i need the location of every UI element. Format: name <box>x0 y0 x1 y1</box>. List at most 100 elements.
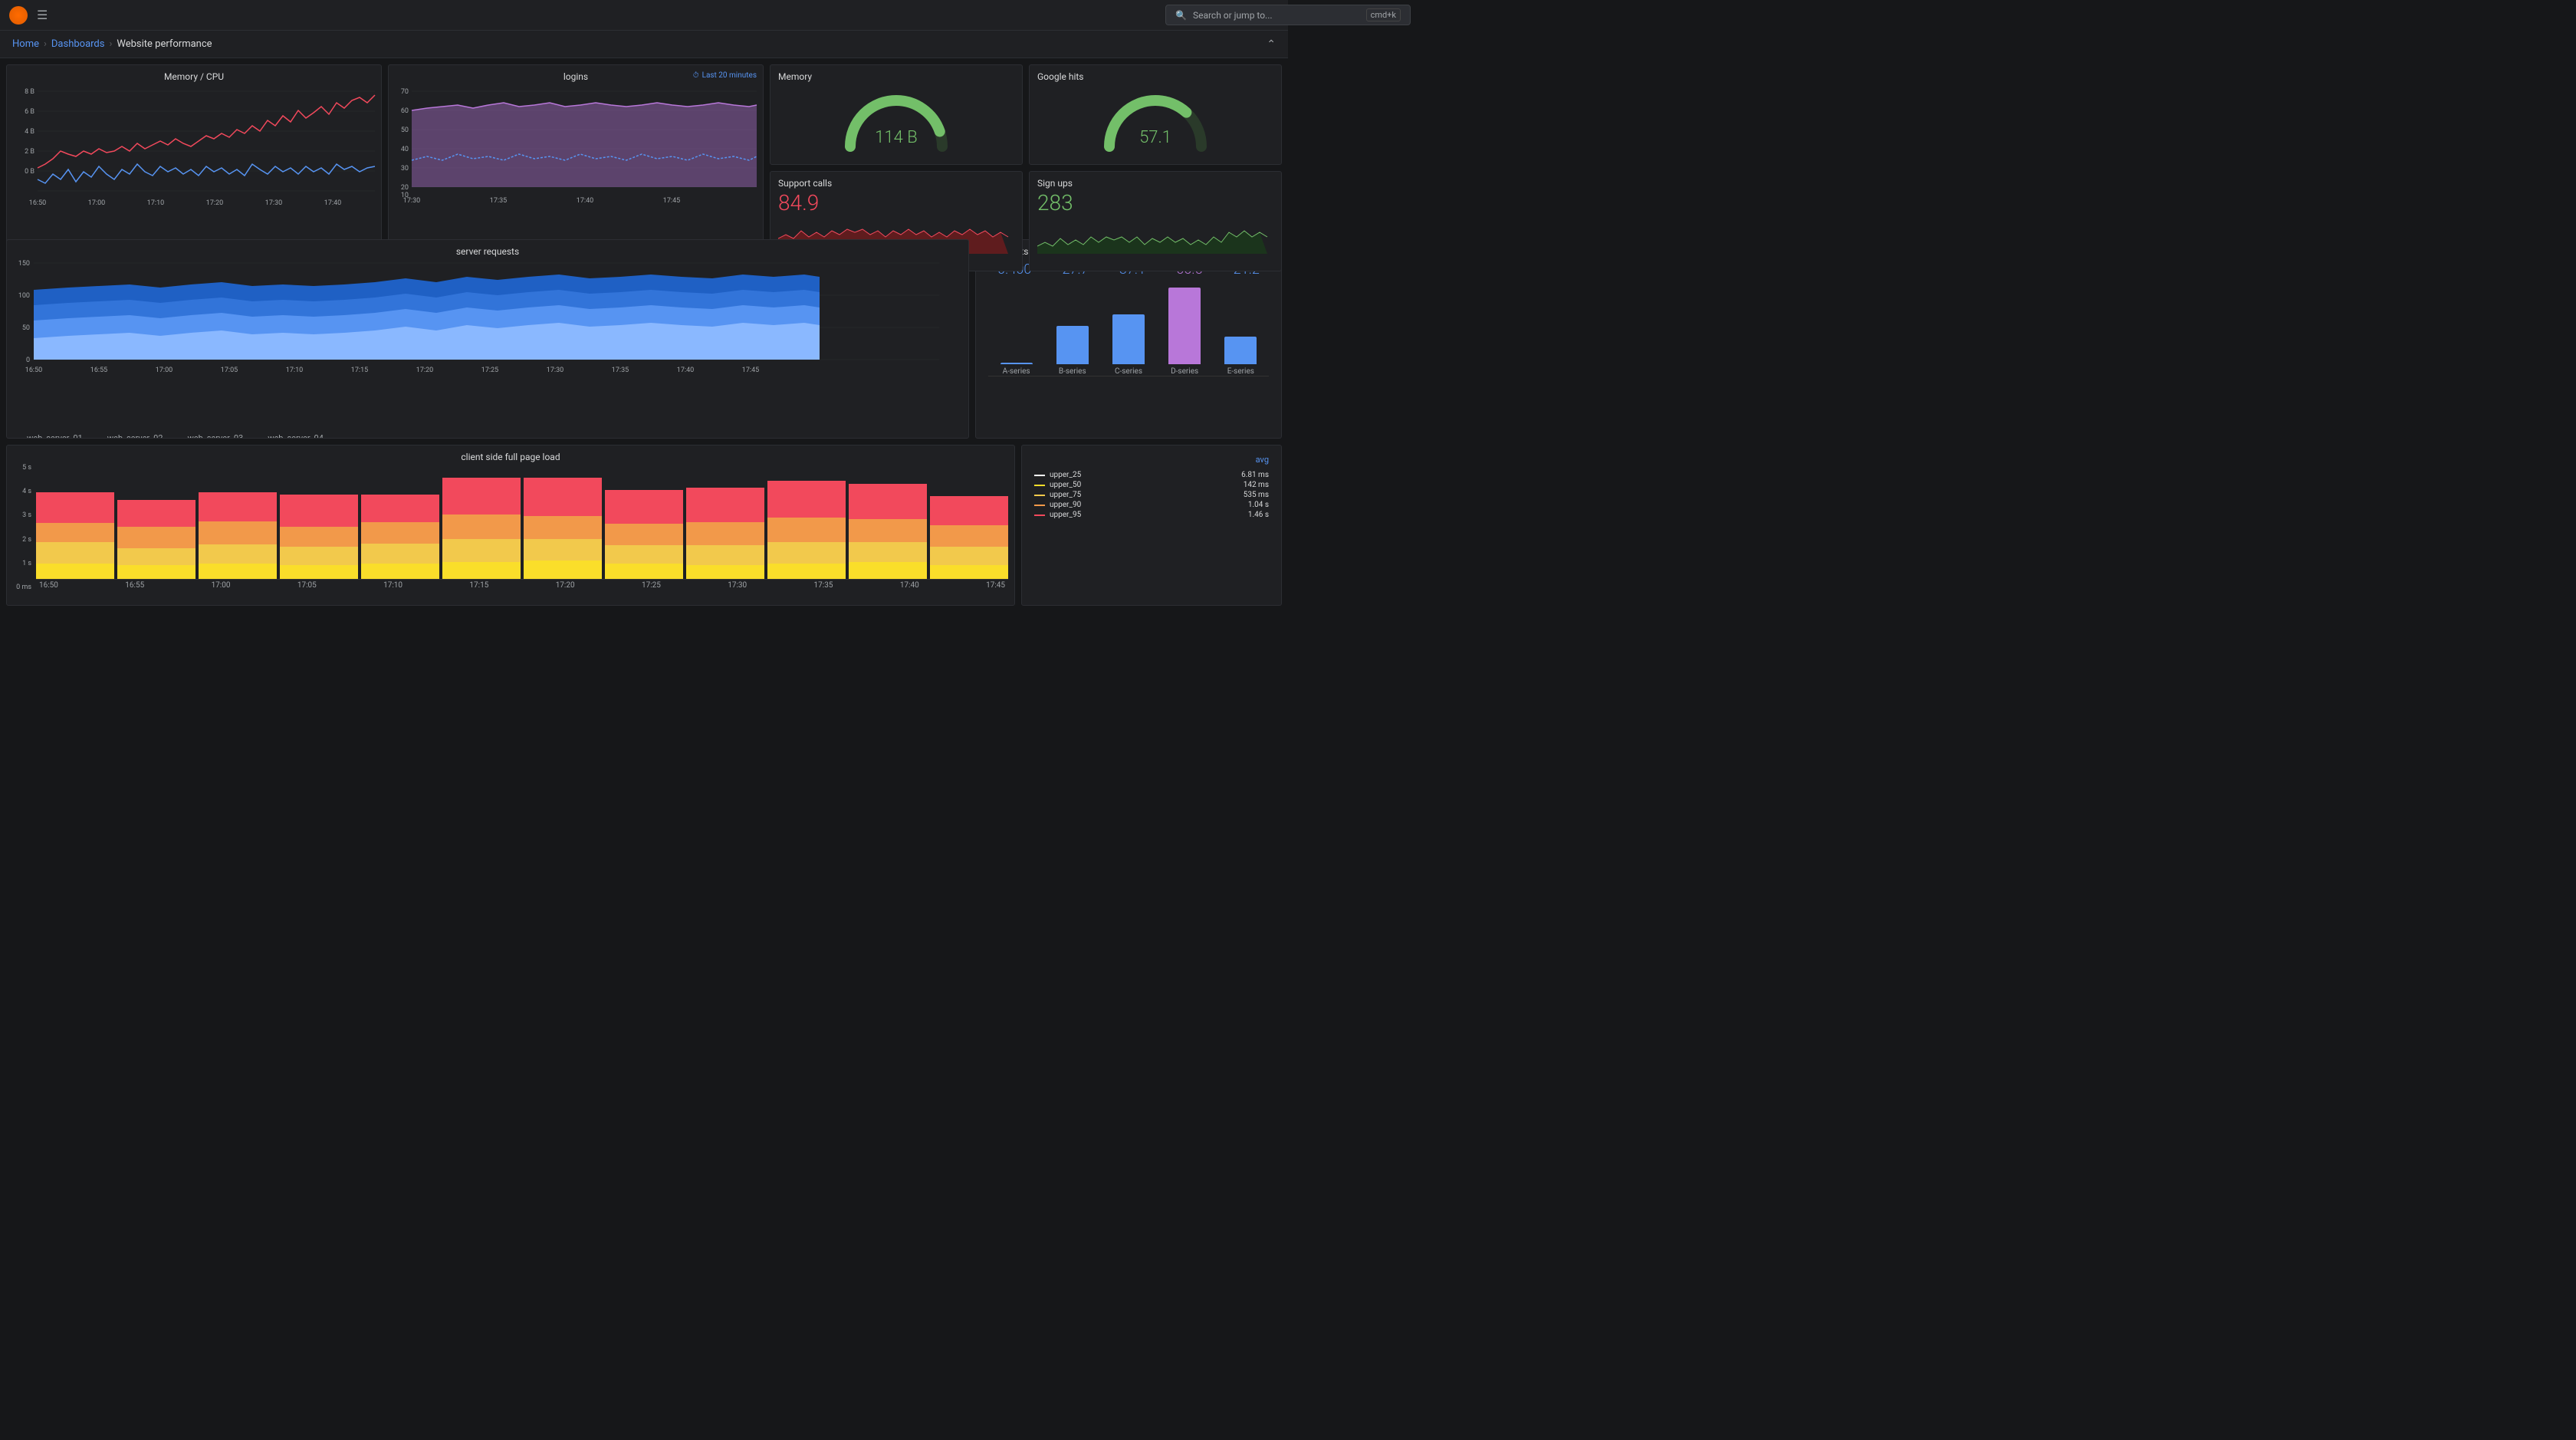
bar-e-series: E-series <box>1224 337 1257 376</box>
legend-ws04: web_server_04 <box>255 433 324 439</box>
svg-text:50: 50 <box>401 127 409 134</box>
ws01-icon <box>15 438 24 439</box>
page-load-y-axis: 5 s 4 s 3 s 2 s 1 s 0 ms <box>13 464 36 591</box>
svg-text:17:10: 17:10 <box>147 199 164 207</box>
bar-b-rect <box>1056 326 1089 364</box>
support-calls-value: 84.9 <box>778 190 1014 215</box>
svg-text:0: 0 <box>26 357 30 364</box>
breadcrumb-home[interactable]: Home <box>12 38 39 50</box>
ws03-icon <box>175 438 184 439</box>
svg-text:100: 100 <box>18 292 30 300</box>
bar-b-label: B-series <box>1059 367 1086 376</box>
svg-text:1%: 1% <box>381 176 382 184</box>
page-load-bars-area: 16:50 16:55 17:00 17:05 17:10 17:15 17:2… <box>36 464 1008 591</box>
server-requests-title: server requests <box>7 240 968 260</box>
bar-1715 <box>442 478 521 579</box>
svg-text:17:05: 17:05 <box>221 367 238 374</box>
google-hits-gauge-svg: 57.1 <box>1094 85 1217 158</box>
page-load-title: client side full page load <box>7 445 1014 465</box>
upper95-icon <box>1034 515 1045 516</box>
svg-text:17:40: 17:40 <box>324 199 341 207</box>
svg-text:17:35: 17:35 <box>612 367 629 374</box>
bar-1710 <box>361 495 439 579</box>
svg-text:5%: 5% <box>381 106 382 113</box>
svg-text:6%: 6% <box>381 88 382 96</box>
svg-text:17:20: 17:20 <box>206 199 223 207</box>
svg-text:17:45: 17:45 <box>663 197 680 205</box>
server-requests-legend: web_server_01 web_server_02 web_server_0… <box>7 430 968 439</box>
bar-d-series: D-series <box>1168 288 1201 376</box>
page-load-stacked-bars <box>36 464 1008 579</box>
upper50-icon <box>1034 485 1045 486</box>
svg-text:17:45: 17:45 <box>742 367 759 374</box>
sign-ups-title: Sign ups <box>1037 178 1273 189</box>
topbar-left: ☰ <box>9 6 48 25</box>
svg-text:3%: 3% <box>381 141 382 149</box>
svg-text:17:00: 17:00 <box>88 199 105 207</box>
legend-upper90: upper_90 1.04 s <box>1034 501 1269 509</box>
ws02-icon <box>95 438 104 439</box>
svg-text:17:40: 17:40 <box>577 197 593 205</box>
svg-text:0 B: 0 B <box>25 168 34 176</box>
svg-text:16:55: 16:55 <box>90 367 107 374</box>
legend-upper25: upper_25 6.81 ms <box>1034 471 1269 479</box>
server-requests-panel: server requests 150 100 50 0 <box>6 239 969 439</box>
bar-e-label: E-series <box>1227 367 1254 376</box>
legend-ws01: web_server_01 <box>15 433 83 439</box>
page-load-x-axis: 16:50 16:55 17:00 17:05 17:10 17:15 17:2… <box>36 580 1008 591</box>
svg-text:60: 60 <box>401 107 409 115</box>
upper75-icon <box>1034 495 1045 496</box>
search-placeholder: Search or jump to... <box>1193 10 1273 21</box>
avg-label: avg <box>1034 455 1269 465</box>
server-requests-chart: 150 100 50 0 16:50 16:55 17:00 17:05 17:… <box>7 255 968 428</box>
main-content: Memory / CPU 8 B 6 B 4 B 2 B 0 B 6% 5% 4… <box>0 58 1288 720</box>
legend-ws03: web_server_03 <box>175 433 243 439</box>
bar-1705 <box>280 495 358 579</box>
grafana-logo-icon[interactable] <box>9 6 28 25</box>
svg-text:17:00: 17:00 <box>156 367 172 374</box>
topbar: ☰ 🔍 Search or jump to... cmd+k ? 📡 G <box>0 0 1288 31</box>
google-hits-gauge-container: 57.1 <box>1037 85 1273 158</box>
bar-c-series: C-series <box>1112 314 1145 376</box>
svg-text:20: 20 <box>401 184 409 192</box>
svg-text:17:30: 17:30 <box>547 367 564 374</box>
svg-text:0%: 0% <box>381 194 382 202</box>
legend-ws02: web_server_02 <box>95 433 163 439</box>
collapse-icon[interactable]: ⌃ <box>1267 38 1276 51</box>
svg-text:40: 40 <box>401 146 409 153</box>
bar-1725 <box>605 490 683 579</box>
bar-d-label: D-series <box>1171 367 1198 376</box>
memory-cpu-title: Memory / CPU <box>7 65 381 85</box>
svg-text:30: 30 <box>401 165 409 173</box>
search-box[interactable]: 🔍 Search or jump to... cmd+k <box>1165 5 1411 25</box>
page-load-panel: client side full page load 5 s 4 s 3 s 2… <box>6 445 1015 606</box>
breadcrumb-sep1: › <box>44 38 47 50</box>
breadcrumb-sep2: › <box>109 38 112 50</box>
svg-text:114 B: 114 B <box>875 128 917 147</box>
ws04-icon <box>255 438 264 439</box>
legend-upper50: upper_50 142 ms <box>1034 481 1269 489</box>
svg-text:6 B: 6 B <box>25 108 34 116</box>
svg-text:17:40: 17:40 <box>677 367 694 374</box>
breadcrumb-dashboards[interactable]: Dashboards <box>51 38 105 50</box>
svg-text:50: 50 <box>22 324 30 332</box>
bar-1730 <box>686 488 764 579</box>
breadcrumb-nav: Home › Dashboards › Website performance <box>12 38 212 50</box>
sign-ups-value: 283 <box>1037 190 1273 215</box>
svg-text:57.1: 57.1 <box>1139 128 1171 147</box>
search-container: 🔍 Search or jump to... cmd+k <box>1165 5 1411 25</box>
logins-chart: 70 60 50 40 30 20 10 17:30 17:35 17:40 1… <box>389 84 764 245</box>
memory-gauge-panel: Memory 114 B <box>770 64 1023 165</box>
sign-ups-sparkline <box>1037 215 1273 268</box>
logins-title: logins ⏱ Last 20 minutes <box>389 65 763 85</box>
bar-d-rect <box>1168 288 1201 364</box>
svg-text:17:30: 17:30 <box>403 197 420 205</box>
google-hits-bars: A-series B-series C-series D-series <box>982 284 1275 376</box>
breadcrumb: Home › Dashboards › Website performance … <box>0 31 1288 58</box>
svg-text:17:20: 17:20 <box>416 367 433 374</box>
bar-1650 <box>36 492 114 579</box>
menu-icon[interactable]: ☰ <box>37 8 48 22</box>
memory-gauge-svg: 114 B <box>835 85 958 158</box>
svg-text:4%: 4% <box>381 123 382 131</box>
bar-a-rect <box>1001 363 1033 364</box>
